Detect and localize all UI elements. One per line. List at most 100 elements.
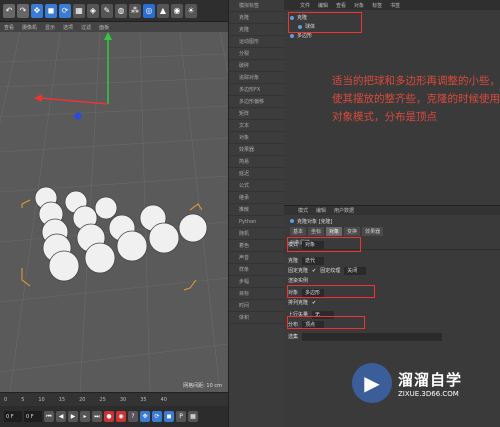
viewport-menu-item[interactable]: 选项: [63, 24, 73, 31]
strip-item[interactable]: 多边形偏移: [229, 96, 284, 108]
strip-item[interactable]: Python: [229, 216, 284, 228]
scale-icon[interactable]: ◼: [45, 3, 57, 18]
strip-item[interactable]: 矩阵: [229, 108, 284, 120]
3d-viewport[interactable]: 网格间距: 10 cm: [0, 32, 228, 392]
timeline-tick: 0: [4, 396, 8, 403]
strip-item[interactable]: 体积: [229, 312, 284, 324]
scene-icon[interactable]: ▲: [157, 3, 169, 18]
clone-dropdown[interactable]: 迭代: [302, 256, 325, 265]
scale-key-icon[interactable]: ◼: [164, 411, 174, 422]
strip-item[interactable]: 文本: [229, 120, 284, 132]
watermark-title: 溜溜自学: [398, 370, 463, 389]
x-axis-arrow[interactable]: [34, 94, 42, 102]
grid-key-icon[interactable]: ▦: [188, 411, 198, 422]
pen-icon[interactable]: ✎: [101, 3, 113, 18]
strip-item[interactable]: 运动图形: [229, 36, 284, 48]
strip-item[interactable]: 时间: [229, 300, 284, 312]
strip-item[interactable]: 继承: [229, 192, 284, 204]
deform-icon[interactable]: ◎: [143, 3, 155, 18]
viewport-menu-item[interactable]: 过滤: [81, 24, 91, 31]
autokey-icon[interactable]: ◉: [116, 411, 126, 422]
redo-icon[interactable]: ↷: [17, 3, 29, 18]
arrange-checkbox[interactable]: ✔: [312, 300, 316, 306]
light-icon[interactable]: ☀: [185, 3, 197, 18]
tab-object[interactable]: 对象: [326, 227, 343, 236]
strip-item[interactable]: 声音: [229, 252, 284, 264]
strip-item[interactable]: 简易: [229, 156, 284, 168]
fix-row: 固定克隆 ✔ 固定纹理 关闭: [288, 266, 367, 275]
cube-icon[interactable]: ◈: [87, 3, 99, 18]
z-axis-handle[interactable]: [74, 112, 82, 120]
am-menu-item[interactable]: 模式: [298, 207, 308, 214]
subdivide-icon[interactable]: ◍: [115, 3, 127, 18]
om-menu-item[interactable]: 标签: [372, 2, 382, 9]
param-key-icon[interactable]: P: [176, 411, 186, 422]
om-menu-item[interactable]: 书签: [390, 2, 400, 9]
strip-item[interactable]: 着色: [229, 240, 284, 252]
am-menu-item[interactable]: 编辑: [316, 207, 326, 214]
frame-start-field[interactable]: 0 F: [4, 411, 22, 422]
timeline-tick: 10: [38, 396, 45, 403]
go-start-icon[interactable]: ⏮: [44, 411, 54, 422]
transport-bar: 0 F 0 F ⏮ ◀ ▶ ▸ ⏭ ● ◉ ? ✥ ⟳ ◼ P ▦: [0, 406, 228, 427]
strip-item[interactable]: 样条: [229, 264, 284, 276]
undo-icon[interactable]: ↶: [3, 3, 15, 18]
viewport-menu: 查看 摄像机 显示 选项 过滤 面板: [0, 22, 228, 32]
fix-clone-checkbox[interactable]: ✔: [312, 268, 316, 274]
strip-item[interactable]: 延迟: [229, 168, 284, 180]
camera-icon[interactable]: ◉: [171, 3, 183, 18]
arrange-row: 排列克隆 ✔: [288, 298, 316, 307]
strip-item[interactable]: 多边形FX: [229, 84, 284, 96]
strip-item[interactable]: 公式: [229, 180, 284, 192]
om-menu-item[interactable]: 编辑: [318, 2, 328, 9]
strip-item[interactable]: 克隆: [229, 24, 284, 36]
fix-texture-dropdown[interactable]: 关闭: [344, 266, 367, 275]
rotate-icon[interactable]: ⟳: [59, 3, 71, 18]
object-manager-menu: 文件 编辑 查看 对象 标签 书签: [284, 0, 500, 10]
timeline-tick: 25: [99, 396, 106, 403]
prev-frame-icon[interactable]: ◀: [56, 411, 66, 422]
sphere-clones[interactable]: [34, 186, 208, 282]
y-axis-arrow[interactable]: [104, 32, 112, 40]
frame-current-field[interactable]: 0 F: [24, 411, 42, 422]
viewport-menu-item[interactable]: 显示: [45, 24, 55, 31]
strip-item[interactable]: 步幅: [229, 276, 284, 288]
strip-item[interactable]: 目标: [229, 288, 284, 300]
viewport-menu-item[interactable]: 摄像机: [22, 24, 37, 31]
key-icon[interactable]: ?: [128, 411, 138, 422]
timeline-tick: 15: [58, 396, 66, 403]
strip-item[interactable]: 对象: [229, 132, 284, 144]
strip-item[interactable]: 效果器: [229, 144, 284, 156]
tab-coord[interactable]: 坐标: [308, 227, 325, 236]
viewport-menu-item[interactable]: 面板: [99, 24, 109, 31]
am-menu-item[interactable]: 用户数据: [334, 207, 354, 214]
next-frame-icon[interactable]: ▸: [80, 411, 90, 422]
om-menu-item[interactable]: 对象: [354, 2, 364, 9]
distribution-highlight-box: [287, 316, 365, 329]
strip-item[interactable]: 分裂: [229, 48, 284, 60]
move-key-icon[interactable]: ✥: [140, 411, 150, 422]
timeline-ruler[interactable]: 0 5 10 15 20 25 30 35 40: [0, 392, 228, 406]
move-icon[interactable]: ✥: [31, 3, 43, 18]
tab-transform[interactable]: 变换: [344, 227, 361, 236]
strip-item[interactable]: 推散: [229, 204, 284, 216]
go-end-icon[interactable]: ⏭: [92, 411, 102, 422]
strip-item[interactable]: 追踪对象: [229, 72, 284, 84]
tab-basic[interactable]: 基本: [290, 227, 307, 236]
select-field[interactable]: [302, 332, 443, 341]
tab-effectors[interactable]: 效果器: [362, 227, 384, 236]
om-menu-item[interactable]: 文件: [300, 2, 310, 9]
array-icon[interactable]: ⁂: [129, 3, 141, 18]
attribute-tabs: 基本 坐标 对象 变换 效果器: [284, 227, 500, 236]
strip-item[interactable]: 破碎: [229, 60, 284, 72]
record-icon[interactable]: ●: [104, 411, 114, 422]
rotate-key-icon[interactable]: ⟳: [152, 411, 162, 422]
viewport-menu-item[interactable]: 查看: [4, 24, 14, 31]
strip-item[interactable]: 随机: [229, 228, 284, 240]
play-icon[interactable]: ▶: [68, 411, 78, 422]
arrange-label: 排列克隆: [288, 300, 309, 306]
render-icon[interactable]: ▦: [73, 3, 85, 18]
om-menu-item[interactable]: 查看: [336, 2, 346, 9]
strip-item[interactable]: 模拟标签: [229, 0, 284, 12]
strip-item[interactable]: 克隆: [229, 12, 284, 24]
